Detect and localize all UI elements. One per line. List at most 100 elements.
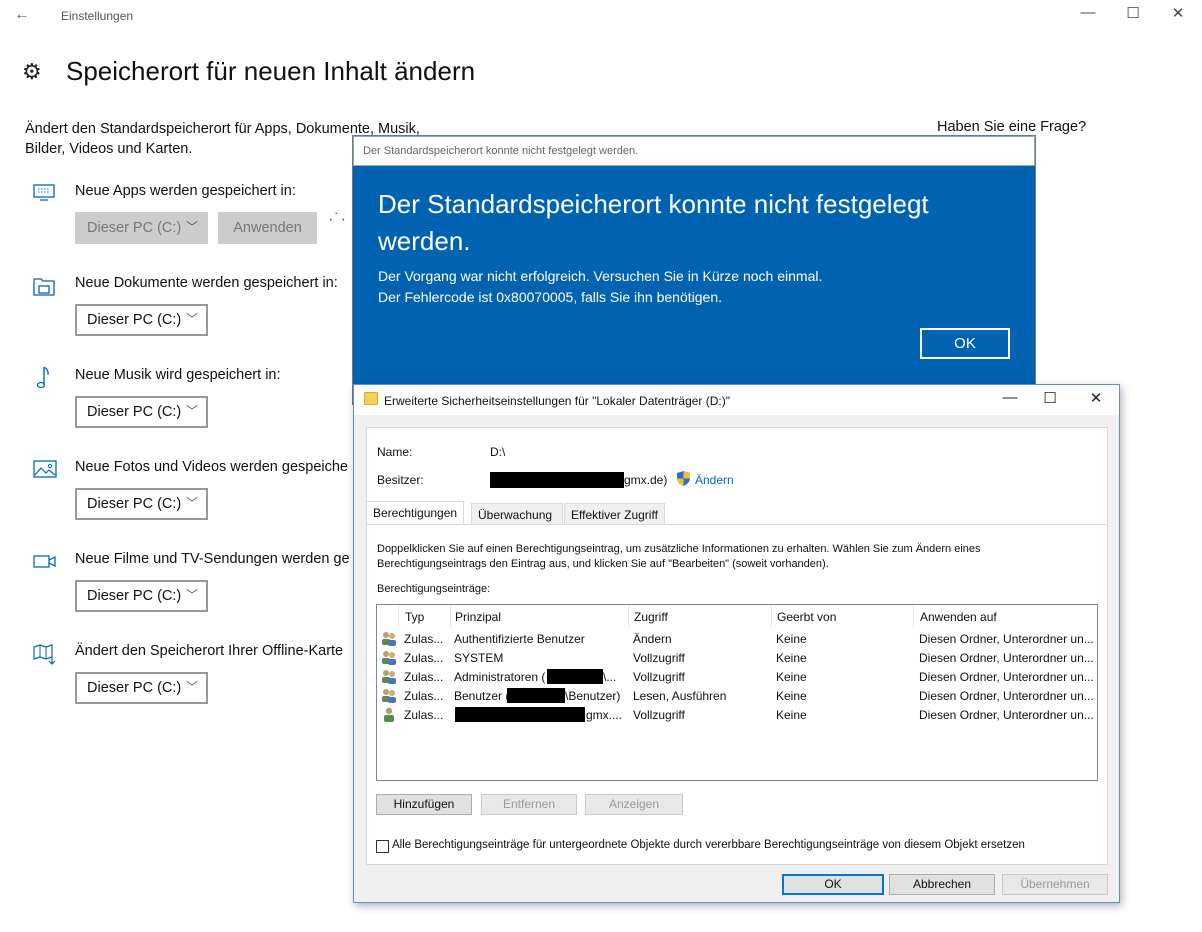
user-group-icon [382, 670, 396, 684]
cell-type: Zulas... [404, 689, 444, 703]
dropdown-value: Dieser PC (C:) [87, 496, 182, 512]
back-arrow-icon[interactable]: ← [14, 6, 30, 24]
redacted-principal [455, 707, 585, 722]
documents-icon [33, 278, 55, 296]
remove-button[interactable]: Entfernen [481, 794, 577, 815]
page-title: Speicherort für neuen Inhalt ändern [66, 56, 476, 86]
tab-auditing[interactable]: Überwachung [471, 503, 563, 525]
user-group-icon [382, 689, 396, 703]
cancel-button[interactable]: Abbrechen [889, 874, 995, 895]
section-label: Neue Apps werden gespeichert in: [75, 183, 296, 199]
documents-location-dropdown[interactable]: Dieser PC (C:) ﹀ [75, 304, 208, 336]
replace-permissions-checkbox[interactable] [376, 840, 389, 853]
minimize-button[interactable]: — [990, 389, 1030, 411]
cell-access: Lesen, Ausführen [633, 689, 727, 703]
change-owner-link[interactable]: Ändern [695, 473, 734, 487]
music-location-dropdown[interactable]: Dieser PC (C:) ﹀ [75, 396, 208, 428]
movies-location-dropdown[interactable]: Dieser PC (C:) ﹀ [75, 580, 208, 612]
cell-applies: Diesen Ordner, Unterordner un... [919, 689, 1094, 703]
error-ok-button[interactable]: OK [920, 328, 1010, 359]
security-settings-dialog: Erweiterte Sicherheitseinstellungen für … [353, 384, 1120, 903]
cell-principal: Authentifizierte Benutzer [454, 632, 585, 646]
section-label: Ändert den Speicherort Ihrer Offline-Kar… [75, 643, 344, 659]
replace-permissions-label: Alle Berechtigungseinträge für untergeor… [392, 839, 1025, 851]
section-label: Neue Filme und TV-Sendungen werden ge [75, 551, 350, 567]
table-row[interactable]: Zulas... gmx.... Vollzugriff Keine Diese… [377, 705, 1097, 724]
page-header: ⚙ Speicherort für neuen Inhalt ändern [22, 56, 475, 87]
user-group-icon [382, 632, 396, 646]
name-value: D:\ [490, 445, 506, 459]
minimize-button[interactable]: — [1065, 4, 1111, 28]
column-header-type[interactable]: Typ [399, 605, 451, 627]
security-dialog-title: Erweiterte Sicherheitseinstellungen für … [384, 394, 731, 408]
add-button[interactable]: Hinzufügen [376, 794, 472, 815]
tab-permissions[interactable]: Berechtigungen [366, 501, 464, 525]
chevron-down-icon: ﹀ [185, 496, 198, 510]
chevron-down-icon: ﹀ [185, 220, 198, 234]
security-dialog-titlebar: Erweiterte Sicherheitseinstellungen für … [354, 385, 1119, 415]
progress-spinner-icon: ·˙· [328, 211, 347, 228]
owner-suffix: gmx.de) [624, 473, 668, 487]
user-group-icon [382, 651, 396, 665]
apply-button[interactable]: Anwenden [218, 212, 317, 244]
cell-applies: Diesen Ordner, Unterordner un... [919, 708, 1094, 722]
view-button[interactable]: Anzeigen [585, 794, 683, 815]
cell-type: Zulas... [404, 708, 444, 722]
column-header-principal[interactable]: Prinzipal [449, 605, 629, 627]
cell-inherited: Keine [776, 670, 807, 684]
help-question-link[interactable]: Haben Sie eine Frage? [937, 119, 1086, 135]
folder-icon [364, 392, 378, 405]
cell-inherited: Keine [776, 651, 807, 665]
column-header-access[interactable]: Zugriff [628, 605, 772, 627]
cell-inherited: Keine [776, 708, 807, 722]
chevron-down-icon: ﹀ [185, 588, 198, 602]
table-row[interactable]: Zulas... Benutzer ( \Benutzer) Lesen, Au… [377, 686, 1097, 705]
cell-principal: Benutzer ( [454, 689, 510, 703]
cell-access: Vollzugriff [633, 708, 685, 722]
table-row[interactable]: Zulas... Authentifizierte Benutzer Änder… [377, 629, 1097, 648]
maps-location-dropdown[interactable]: Dieser PC (C:) ﹀ [75, 672, 208, 704]
dropdown-value: Dieser PC (C:) [87, 680, 182, 696]
redacted-owner [490, 472, 624, 488]
error-dialog: Der Standardspeicherort konnte nicht fes… [353, 136, 1035, 404]
cell-principal: SYSTEM [454, 651, 504, 665]
column-header-inherited[interactable]: Geerbt von [771, 605, 914, 627]
tab-effective-access[interactable]: Effektiver Zugriff [564, 503, 665, 525]
apps-location-dropdown[interactable]: Dieser PC (C:) ﹀ [75, 212, 208, 244]
redacted-domain [547, 669, 603, 684]
table-row[interactable]: Zulas... Administratoren ( \... Vollzugr… [377, 667, 1097, 686]
close-button[interactable]: ✕ [1076, 389, 1116, 411]
dropdown-value: Dieser PC (C:) [87, 220, 182, 236]
maximize-button[interactable]: ☐ [1110, 4, 1156, 28]
cell-applies: Diesen Ordner, Unterordner un... [919, 632, 1094, 646]
photo-icon [33, 460, 57, 478]
close-button[interactable]: ✕ [1155, 4, 1201, 28]
ok-button[interactable]: OK [782, 874, 884, 895]
table-row[interactable]: Zulas... SYSTEM Vollzugriff Keine Diesen… [377, 648, 1097, 667]
cell-principal-tail: \... [603, 670, 617, 684]
cell-access: Vollzugriff [633, 670, 685, 684]
dropdown-value: Dieser PC (C:) [87, 588, 182, 604]
section-label: Neue Dokumente werden gespeichert in: [75, 275, 338, 291]
apply-button[interactable]: Übernehmen [1002, 874, 1108, 895]
uac-shield-icon [677, 471, 690, 486]
permission-entries-list[interactable]: Typ Prinzipal Zugriff Geerbt von Anwende… [376, 604, 1098, 781]
photos-location-dropdown[interactable]: Dieser PC (C:) ﹀ [75, 488, 208, 520]
title-bar: ← Einstellungen — ☐ ✕ [0, 0, 1202, 32]
maximize-button[interactable]: ☐ [1030, 389, 1070, 411]
monitor-icon [33, 184, 55, 201]
cell-type: Zulas... [404, 670, 444, 684]
redacted-domain [507, 688, 565, 703]
cell-applies: Diesen Ordner, Unterordner un... [919, 670, 1094, 684]
cell-access: Ändern [633, 632, 672, 646]
name-label: Name: [377, 445, 413, 459]
cell-principal: Administratoren ( [454, 670, 546, 684]
cell-applies: Diesen Ordner, Unterordner un... [919, 651, 1094, 665]
error-line-2: Der Fehlercode ist 0x80070005, falls Sie… [378, 289, 722, 305]
column-header-icon [377, 605, 399, 627]
window-title: Einstellungen [61, 9, 134, 23]
section-label: Neue Fotos und Videos werden gespeiche [75, 459, 349, 475]
column-header-applies[interactable]: Anwenden auf [914, 605, 1097, 627]
cell-type: Zulas... [404, 651, 444, 665]
video-camera-icon [33, 555, 56, 568]
